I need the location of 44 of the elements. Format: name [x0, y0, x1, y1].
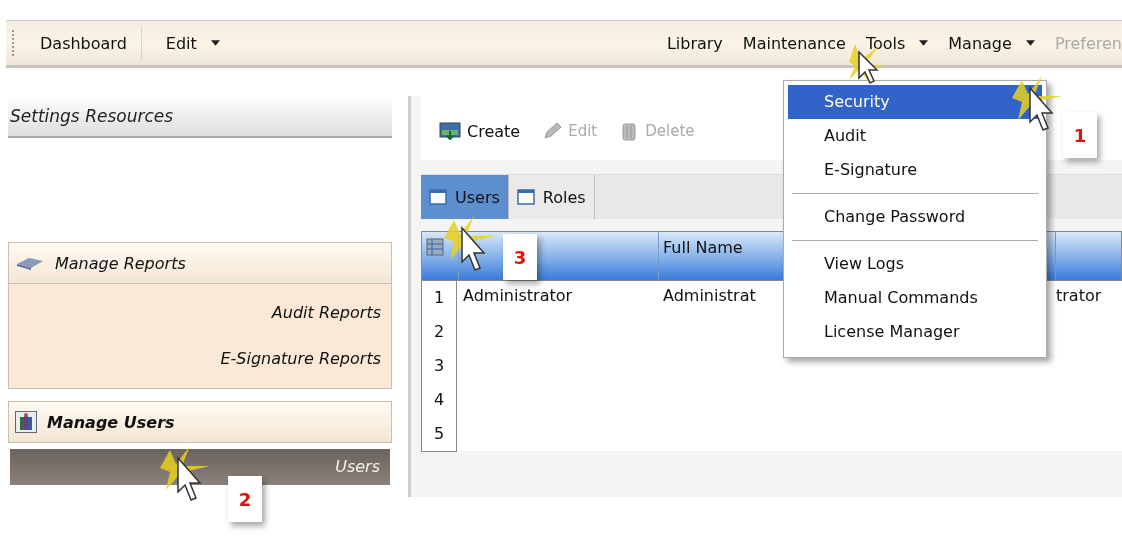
table-cell: trator	[1056, 286, 1102, 305]
menu-item[interactable]: Tools	[855, 33, 939, 53]
menu-item[interactable]: Manage	[938, 33, 1045, 53]
menu-item[interactable]: Edit	[155, 33, 230, 53]
menu-item[interactable]: Dashboard	[30, 33, 137, 53]
menu-item[interactable]: Library	[656, 33, 733, 53]
window-icon	[516, 189, 535, 205]
users-icon	[15, 411, 37, 433]
row-number: 5	[421, 417, 457, 452]
monitor-icon	[439, 122, 461, 140]
table-cell: Administrator	[463, 286, 573, 305]
sidebar-item[interactable]: E-Signature Reports	[9, 336, 391, 382]
window-icon	[429, 189, 447, 205]
toolbar-button[interactable]: Create	[435, 121, 525, 141]
table-icon	[426, 238, 444, 256]
menu-item[interactable]: Change Password	[788, 200, 1042, 234]
caret-icon	[1025, 40, 1035, 46]
menu-item[interactable]: Maintenance	[732, 33, 856, 53]
menu-item[interactable]: E-Signature	[788, 153, 1042, 187]
tab[interactable]: Roles	[508, 175, 595, 219]
row-number: 2	[421, 315, 457, 350]
group-header[interactable]: Manage Reports	[8, 242, 392, 284]
step-number: 1	[1063, 112, 1097, 158]
menu-item[interactable]: License Manager	[788, 315, 1042, 349]
step-number: 3	[503, 234, 537, 280]
row-number: 4	[421, 383, 457, 418]
book-icon	[15, 255, 45, 271]
tab[interactable]: Users	[421, 175, 509, 219]
table-cell: Administrat	[663, 286, 756, 305]
group-title: Manage Reports	[55, 253, 186, 273]
row-number: 1	[421, 281, 457, 316]
step-number: 2	[228, 476, 262, 522]
caret-icon	[919, 40, 929, 46]
pencil-icon	[542, 122, 563, 140]
menu-item[interactable]: Security	[788, 85, 1042, 119]
sidebar-item[interactable]: Users	[10, 449, 390, 485]
caret-icon	[210, 40, 220, 46]
menu-item[interactable]: View Logs	[788, 247, 1042, 281]
menu-item[interactable]: Manual Commands	[788, 281, 1042, 315]
menu-item[interactable]: Audit	[788, 119, 1042, 153]
row-number: 3	[421, 349, 457, 384]
sidebar-item[interactable]: Audit Reports	[9, 290, 391, 336]
group-title: Manage Users	[47, 412, 175, 432]
group-header[interactable]: Manage Users	[8, 401, 392, 443]
